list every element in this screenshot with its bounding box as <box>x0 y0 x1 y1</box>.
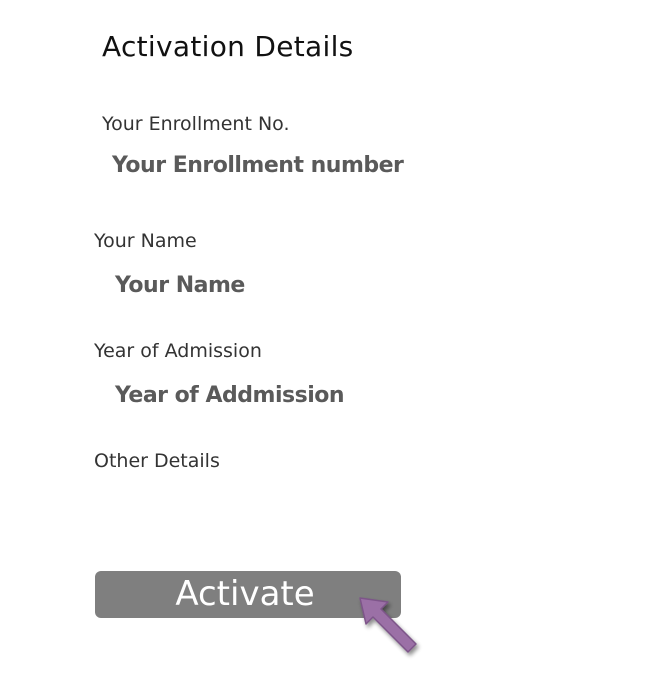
enrollment-value: Your Enrollment number <box>112 153 404 178</box>
year-of-admission-value: Year of Addmission <box>115 383 345 408</box>
enrollment-label: Your Enrollment No. <box>102 113 290 135</box>
name-label: Your Name <box>94 230 197 252</box>
name-value: Your Name <box>115 273 245 298</box>
year-of-admission-label: Year of Admission <box>94 340 262 362</box>
page-title: Activation Details <box>102 30 354 63</box>
activate-button-label: Activate <box>175 574 315 614</box>
other-details-label: Other Details <box>94 450 220 472</box>
arrow-pointer-icon <box>359 597 417 653</box>
